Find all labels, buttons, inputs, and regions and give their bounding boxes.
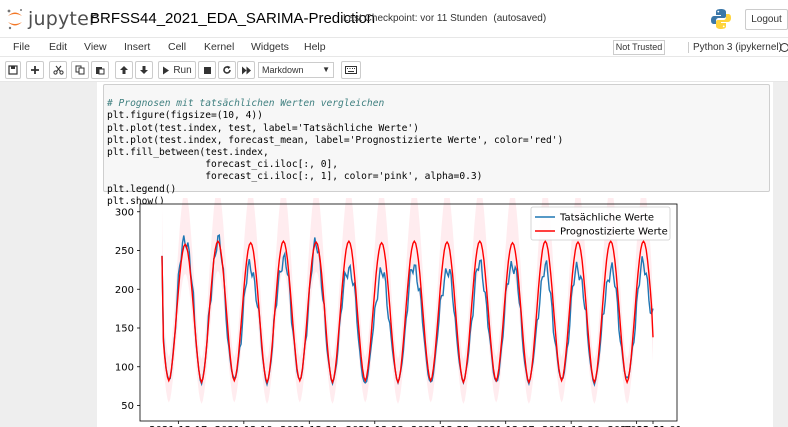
stop-button[interactable] bbox=[198, 61, 216, 79]
trust-status-button[interactable]: Not Trusted bbox=[613, 40, 665, 55]
code-cell-input[interactable]: # Prognosen mit tatsächlichen Werten ver… bbox=[103, 84, 770, 207]
menu-kernel[interactable]: Kernel bbox=[204, 41, 234, 53]
notebook-title[interactable]: BRFSS44_2021_EDA_SARIMA-Prediction bbox=[90, 10, 375, 27]
add-cell-icon bbox=[31, 66, 39, 74]
copy-icon bbox=[75, 65, 85, 75]
python-icon bbox=[711, 9, 731, 29]
menu-file[interactable]: File bbox=[13, 41, 30, 53]
add-cell-button[interactable] bbox=[26, 61, 44, 79]
run-icon bbox=[163, 66, 170, 74]
jupyter-icon bbox=[7, 9, 22, 30]
cell-type-select[interactable]: Markdown ▼ bbox=[258, 62, 334, 78]
code-line: plt.figure(figsize=(10, 4)) bbox=[107, 110, 263, 122]
legend-label: Prognostizierte Werte bbox=[560, 227, 668, 238]
run-button[interactable]: Run bbox=[158, 61, 196, 79]
forecast-chart: 501001502002503002021-12-172021-12-19202… bbox=[115, 198, 682, 427]
code-line: plt.fill_between(test.index, bbox=[107, 147, 269, 159]
paste-button[interactable] bbox=[91, 61, 109, 79]
legend-label: Tatsächliche Werte bbox=[559, 213, 654, 224]
cell-type-value: Markdown bbox=[262, 65, 304, 75]
jupyter-logo-text: jupyter bbox=[28, 8, 97, 30]
notebook-header: jupyter BRFSS44_2021_EDA_SARIMA-Predicti… bbox=[0, 0, 788, 37]
autosave-status: (autosaved) bbox=[493, 13, 547, 24]
move-up-icon bbox=[120, 66, 128, 74]
checkpoint-text: Last Checkpoint: vor 11 Stunden bbox=[343, 13, 488, 24]
restart-button[interactable] bbox=[218, 61, 236, 79]
checkpoint-status: Last Checkpoint: vor 11 Stunden (autosave… bbox=[343, 13, 546, 24]
stop-icon bbox=[203, 66, 211, 74]
code-line: forecast_ci.iloc[:, 0], bbox=[107, 159, 339, 171]
y-tick-label: 100 bbox=[115, 362, 134, 373]
code-line: plt.plot(test.index, forecast_mean, labe… bbox=[107, 134, 564, 146]
toolbar: Run Markdown ▼ bbox=[0, 58, 788, 82]
menubar: File Edit View Insert Cell Kernel Widget… bbox=[0, 37, 788, 57]
move-up-button[interactable] bbox=[115, 61, 133, 79]
cut-button[interactable] bbox=[49, 61, 67, 79]
logout-button[interactable]: Logout bbox=[745, 9, 788, 30]
command-palette-button[interactable] bbox=[341, 61, 361, 79]
move-down-button[interactable] bbox=[135, 61, 153, 79]
fast-forward-icon bbox=[241, 66, 251, 74]
save-icon bbox=[8, 65, 18, 75]
chevron-down-icon: ▼ bbox=[322, 65, 330, 74]
y-tick-label: 150 bbox=[115, 324, 134, 335]
y-tick-label: 250 bbox=[115, 246, 134, 257]
code-line: plt.plot(test.index, test, label='Tatsäc… bbox=[107, 122, 419, 134]
save-button[interactable] bbox=[5, 61, 21, 79]
y-tick-label: 200 bbox=[115, 285, 134, 296]
kernel-status-icon bbox=[780, 43, 788, 52]
menu-help[interactable]: Help bbox=[304, 41, 326, 53]
paste-icon bbox=[96, 67, 105, 75]
copy-button[interactable] bbox=[71, 61, 89, 79]
y-tick-label: 300 bbox=[115, 207, 134, 218]
restart-run-all-button[interactable] bbox=[237, 61, 255, 79]
menu-edit[interactable]: Edit bbox=[49, 41, 67, 53]
jupyter-logo[interactable]: jupyter bbox=[6, 6, 97, 32]
kernel-name[interactable]: Python 3 (ipykernel) bbox=[688, 42, 782, 53]
menu-widgets[interactable]: Widgets bbox=[251, 41, 289, 53]
restart-icon bbox=[223, 65, 231, 74]
y-tick-label: 50 bbox=[121, 401, 134, 412]
move-down-icon bbox=[140, 66, 148, 74]
run-label: Run bbox=[173, 64, 192, 76]
menu-insert[interactable]: Insert bbox=[124, 41, 150, 53]
keyboard-icon bbox=[345, 66, 357, 74]
code-line: forecast_ci.iloc[:, 1], color='pink', al… bbox=[107, 171, 483, 183]
code-line: # Prognosen mit tatsächlichen Werten ver… bbox=[107, 98, 385, 110]
menu-cell[interactable]: Cell bbox=[168, 41, 186, 53]
code-line: plt.legend() bbox=[107, 183, 177, 195]
menu-view[interactable]: View bbox=[84, 41, 107, 53]
cut-icon bbox=[52, 65, 64, 75]
